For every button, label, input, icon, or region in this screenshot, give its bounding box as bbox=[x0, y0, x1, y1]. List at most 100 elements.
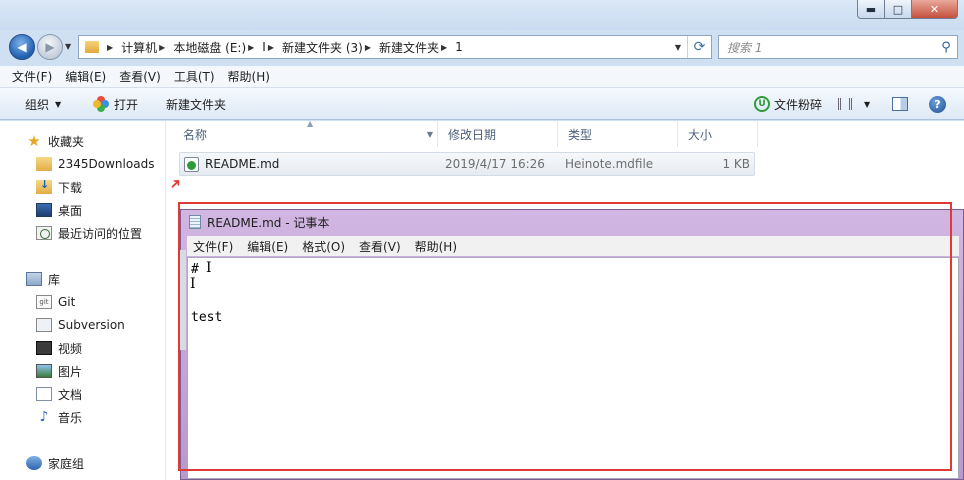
breadcrumb-computer[interactable]: 计算机 bbox=[121, 39, 157, 56]
address-bar[interactable]: ▶ 计算机 ▶ 本地磁盘 (E:) ▶ I ▶ 新建文件夹 (3) ▶ 新建文件夹 ▶ 1… bbox=[78, 35, 712, 59]
recent-places-icon bbox=[36, 226, 52, 240]
notepad-title: README.md - 记事本 bbox=[207, 215, 330, 230]
breadcrumb-folder-3[interactable]: 新建文件夹 (3) bbox=[282, 39, 363, 56]
notepad-menu-format[interactable]: 格式(O) bbox=[302, 238, 345, 255]
text-cursor-icon: I bbox=[190, 276, 196, 292]
search-box[interactable]: 搜索 1 ⚲ bbox=[718, 35, 958, 59]
breadcrumb-arrow-icon[interactable]: ▶ bbox=[365, 43, 371, 52]
sort-ascending-icon: ▲ bbox=[307, 119, 314, 128]
menu-view[interactable]: 查看(V) bbox=[119, 68, 161, 85]
file-name-cell: README.md bbox=[184, 153, 279, 175]
column-header-date[interactable]: 修改日期 bbox=[438, 121, 558, 147]
search-input[interactable]: 搜索 1 bbox=[727, 39, 935, 56]
window-controls: ▬ □ ✕ bbox=[857, 0, 958, 19]
back-button[interactable]: ◀ bbox=[9, 34, 35, 60]
breadcrumb-new-folder[interactable]: 新建文件夹 bbox=[379, 39, 439, 56]
sidebar-item-videos[interactable]: 视频 bbox=[36, 337, 82, 359]
preview-pane-icon bbox=[892, 97, 908, 111]
text-line: test bbox=[191, 310, 223, 325]
forward-button[interactable]: ▶ bbox=[37, 34, 63, 60]
notepad-menu-help[interactable]: 帮助(H) bbox=[415, 238, 457, 255]
address-dropdown-icon[interactable]: ▼ bbox=[669, 43, 687, 52]
new-folder-button[interactable]: 新建文件夹 bbox=[166, 88, 226, 120]
text-line: # bbox=[191, 262, 199, 277]
menu-help[interactable]: 帮助(H) bbox=[228, 68, 270, 85]
breadcrumb-folder-i[interactable]: I bbox=[262, 40, 266, 54]
change-view-button[interactable]: ▼ bbox=[838, 88, 870, 120]
sidebar-item-label: 收藏夹 bbox=[48, 134, 85, 149]
sidebar-item-homegroup[interactable]: 家庭组 bbox=[26, 452, 84, 474]
file-smash-button[interactable]: U 文件粉碎 bbox=[754, 88, 822, 120]
organize-label: 组织 bbox=[25, 97, 50, 112]
recent-pages-dropdown[interactable]: ▼ bbox=[65, 42, 71, 51]
sidebar-item-pictures[interactable]: 图片 bbox=[36, 360, 82, 382]
sidebar-item-label: 文档 bbox=[58, 387, 83, 402]
notepad-menu-view[interactable]: 查看(V) bbox=[359, 238, 401, 255]
notepad-window[interactable]: README.md - 记事本 文件(F) 编辑(E) 格式(O) 查看(V) … bbox=[180, 209, 964, 480]
notepad-title-bar[interactable]: README.md - 记事本 bbox=[181, 210, 963, 234]
close-button[interactable]: ✕ bbox=[912, 0, 958, 19]
picture-library-icon bbox=[36, 364, 52, 378]
open-button[interactable]: 打开 bbox=[93, 88, 138, 120]
sidebar-item-2345downloads[interactable]: 2345Downloads bbox=[36, 153, 154, 175]
arrow-right-icon: ▶ bbox=[45, 40, 55, 54]
notepad-menu-edit[interactable]: 编辑(E) bbox=[247, 238, 288, 255]
breadcrumb-arrow-icon[interactable]: ▶ bbox=[159, 43, 165, 52]
maximize-button[interactable]: □ bbox=[885, 0, 912, 19]
sidebar-item-music[interactable]: ♪ 音乐 bbox=[36, 406, 82, 428]
sidebar-item-recent-places[interactable]: 最近访问的位置 bbox=[36, 222, 142, 244]
breadcrumb-arrow-icon[interactable]: ▶ bbox=[268, 43, 274, 52]
search-icon[interactable]: ⚲ bbox=[935, 40, 957, 55]
column-header-size[interactable]: 大小 bbox=[678, 121, 758, 147]
file-name: README.md bbox=[205, 157, 280, 171]
sidebar-item-documents[interactable]: 文档 bbox=[36, 383, 82, 405]
text-cursor-icon: I bbox=[206, 260, 212, 276]
sidebar-item-subversion[interactable]: Subversion bbox=[36, 314, 125, 336]
file-type: Heinote.mdfile bbox=[565, 157, 654, 171]
sidebar-item-label: 2345Downloads bbox=[58, 157, 155, 171]
sidebar-item-favorites[interactable]: ★ 收藏夹 bbox=[26, 130, 84, 152]
column-header-name[interactable]: ▲ 名称 ▼ bbox=[173, 119, 438, 147]
notepad-icon bbox=[189, 215, 201, 229]
column-header-type[interactable]: 类型 bbox=[558, 121, 678, 147]
breadcrumb-folder-1[interactable]: 1 bbox=[455, 40, 463, 54]
breadcrumb-arrow-icon[interactable]: ▶ bbox=[441, 43, 447, 52]
git-library-icon: git bbox=[36, 295, 52, 309]
minimize-button[interactable]: ▬ bbox=[857, 0, 885, 19]
view-list-icon bbox=[838, 98, 852, 110]
breadcrumb-drive[interactable]: 本地磁盘 (E:) bbox=[173, 39, 246, 56]
breadcrumb-arrow-icon[interactable]: ▶ bbox=[107, 43, 113, 52]
file-row[interactable]: README.md 2019/4/17 16:26 Heinote.mdfile… bbox=[179, 152, 755, 176]
sidebar-item-label: 图片 bbox=[58, 364, 83, 379]
breadcrumb-arrow-icon[interactable]: ▶ bbox=[248, 43, 254, 52]
video-library-icon bbox=[36, 341, 52, 355]
sidebar-item-label: Subversion bbox=[58, 318, 125, 332]
shredder-icon: U bbox=[754, 96, 770, 112]
sidebar-item-label: 下载 bbox=[58, 180, 83, 195]
sidebar-item-libraries[interactable]: 库 bbox=[26, 268, 60, 290]
column-header-label: 大小 bbox=[688, 127, 713, 142]
sidebar-item-downloads[interactable]: 下载 bbox=[36, 176, 82, 198]
sidebar-item-label: 音乐 bbox=[58, 410, 83, 425]
menu-edit[interactable]: 编辑(E) bbox=[65, 68, 106, 85]
preview-pane-button[interactable] bbox=[892, 88, 908, 120]
scrollbar[interactable] bbox=[180, 250, 186, 350]
navigation-bar: ◀ ▶ ▼ ▶ 计算机 ▶ 本地磁盘 (E:) ▶ I ▶ 新建文件夹 (3) ▶ 新建… bbox=[0, 30, 964, 64]
sidebar-item-git[interactable]: git Git bbox=[36, 291, 75, 313]
notepad-text-area[interactable]: # test I I bbox=[187, 257, 959, 479]
desktop-icon bbox=[36, 203, 52, 217]
music-note-icon: ♪ bbox=[39, 409, 49, 425]
md-file-icon bbox=[184, 156, 199, 172]
organize-button[interactable]: 组织 ▼ bbox=[25, 88, 61, 120]
menu-tools[interactable]: 工具(T) bbox=[174, 68, 215, 85]
menu-file[interactable]: 文件(F) bbox=[12, 68, 52, 85]
title-bar: ▬ □ ✕ bbox=[0, 0, 964, 30]
chevron-down-icon[interactable]: ▼ bbox=[427, 130, 433, 139]
command-bar: 组织 ▼ 打开 新建文件夹 U 文件粉碎 ▼ ? bbox=[0, 88, 964, 120]
folder-icon bbox=[36, 157, 52, 171]
help-button[interactable]: ? bbox=[929, 88, 946, 120]
sidebar-item-label: 视频 bbox=[58, 341, 83, 356]
notepad-menu-file[interactable]: 文件(F) bbox=[193, 238, 233, 255]
sidebar-item-desktop[interactable]: 桌面 bbox=[36, 199, 82, 221]
refresh-button[interactable]: ⟳ bbox=[687, 36, 711, 58]
